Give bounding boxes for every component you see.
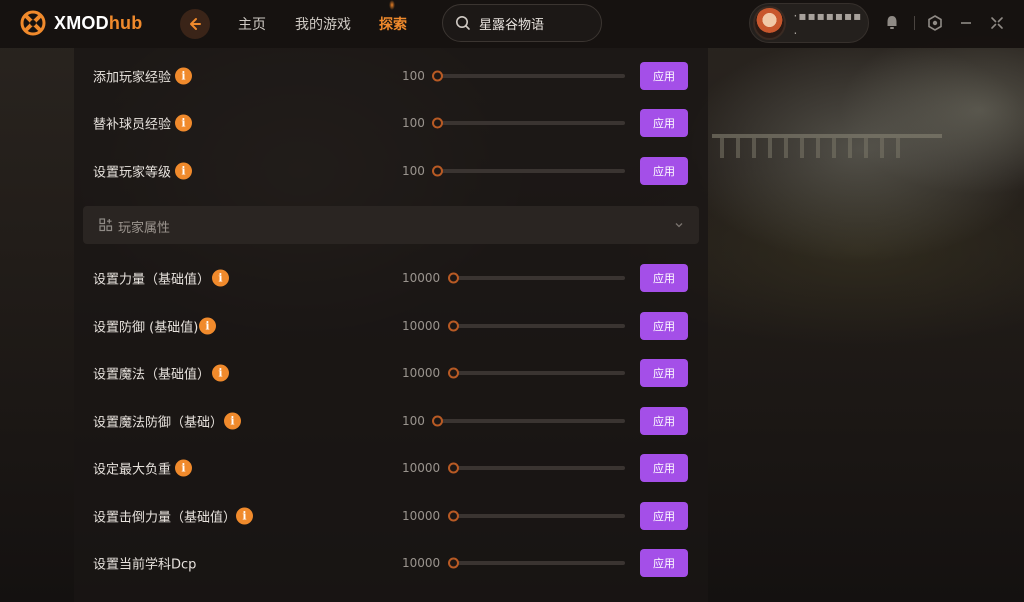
user-profile[interactable]: ·▪▪▪▪▪▪▪ . [749,3,869,43]
collapse-icon[interactable] [988,14,1006,32]
cheat-label: 设置击倒力量（基础值） [93,510,237,526]
value-slider[interactable] [453,466,625,470]
cheat-value: 100 [402,69,425,83]
apply-button[interactable]: 应用 [640,359,688,387]
section-player-attributes[interactable]: 玩家属性 [83,206,699,244]
apply-button[interactable]: 应用 [640,312,688,340]
apply-button[interactable]: 应用 [640,62,688,90]
info-icon[interactable]: i [224,412,241,430]
cheat-value: 100 [402,164,425,178]
app-name: XMODhub [54,13,142,34]
nav-my-games[interactable]: 我的游戏 [295,14,351,34]
nav-active-glow [389,0,395,10]
info-icon[interactable]: i [236,507,253,525]
cheat-value: 10000 [402,271,441,285]
cheat-value: 10000 [402,461,441,475]
value-slider[interactable] [437,74,625,78]
apply-button[interactable]: 应用 [640,157,688,185]
cheat-row: 设置魔法防御（基础） i 100 应用 [74,397,708,445]
grid-icon [99,218,113,232]
info-icon[interactable]: i [212,269,229,287]
search-icon [456,16,470,30]
app-name-hub: hub [108,12,143,33]
info-icon[interactable]: i [199,317,216,335]
info-icon[interactable]: i [175,459,192,477]
cheat-row: 添加玩家经验 i 100 应用 [74,52,708,100]
cheat-value: 100 [402,414,425,428]
value-slider[interactable] [437,121,625,125]
cheat-label: 设置力量（基础值） [93,272,211,288]
info-icon[interactable]: i [175,162,192,180]
slider-thumb[interactable] [432,415,443,427]
cheat-label: 设置玩家等级 [93,165,172,181]
nav-home[interactable]: 主页 [238,14,266,34]
slider-thumb[interactable] [448,462,459,474]
cheat-row: 设定最大负重 i 10000 应用 [74,444,708,492]
cheat-row: 设置当前学科Dcp 10000 应用 [74,539,708,587]
slider-thumb[interactable] [432,165,443,177]
apply-button[interactable]: 应用 [640,502,688,530]
background-bridge [712,134,942,158]
value-slider[interactable] [453,276,625,280]
back-button[interactable] [180,9,210,39]
slider-thumb[interactable] [448,272,459,284]
apply-button[interactable]: 应用 [640,264,688,292]
chevron-down-icon[interactable] [673,219,685,231]
notification-icon[interactable] [883,14,901,32]
toolbar-divider [914,16,915,30]
slider-thumb[interactable] [432,117,443,129]
cheat-value: 10000 [402,556,441,570]
nav-explore[interactable]: 探索 [379,14,407,34]
search-box[interactable]: 星露谷物语 [442,4,602,42]
slider-thumb[interactable] [448,510,459,522]
cheat-row: 设置力量（基础值） i 10000 应用 [74,254,708,302]
minimize-icon[interactable] [957,14,975,32]
app-name-main: XMOD [54,12,109,33]
settings-icon[interactable] [926,14,944,32]
cheat-value: 10000 [402,366,441,380]
apply-button[interactable]: 应用 [640,109,688,137]
app-logo[interactable]: XMODhub [20,10,142,36]
cheat-label: 设置防御 (基础值) [93,320,199,336]
cheat-value: 10000 [402,319,441,333]
cheat-label: 设置魔法（基础值） [93,367,211,383]
username: ·▪▪▪▪▪▪▪ . [793,9,863,37]
value-slider[interactable] [437,169,625,173]
top-bar: XMODhub 主页 我的游戏 探索 星露谷物语 ·▪▪▪▪▪▪▪ . [0,0,1024,48]
info-icon[interactable]: i [175,67,192,85]
slider-thumb[interactable] [448,320,459,332]
search-input[interactable]: 星露谷物语 [479,14,544,33]
cheat-label: 替补球员经验 [93,117,172,133]
cheat-row: 替补球员经验 i 100 应用 [74,99,708,147]
value-slider[interactable] [453,324,625,328]
apply-button[interactable]: 应用 [640,407,688,435]
value-slider[interactable] [453,514,625,518]
value-slider[interactable] [437,419,625,423]
value-slider[interactable] [453,371,625,375]
section-label: 玩家属性 [118,221,171,236]
cheat-label: 设置魔法防御（基础） [93,415,224,431]
cheat-value: 100 [402,116,425,130]
value-slider[interactable] [453,561,625,565]
slider-thumb[interactable] [448,367,459,379]
slider-thumb[interactable] [432,70,443,82]
info-icon[interactable]: i [212,364,229,382]
apply-button[interactable]: 应用 [640,549,688,577]
slider-thumb[interactable] [448,557,459,569]
cheat-label: 添加玩家经验 [93,70,172,86]
cheat-row: 设置魔法（基础值） i 10000 应用 [74,349,708,397]
back-arrow-icon [190,18,201,30]
cheat-row: 设置击倒力量（基础值） i 10000 应用 [74,492,708,540]
xmod-logo-icon [20,10,46,36]
cheat-row: 设置玩家等级 i 100 应用 [74,147,708,195]
cheat-value: 10000 [402,509,441,523]
info-icon[interactable]: i [175,114,192,132]
avatar [753,6,786,40]
cheat-row: 设置防御 (基础值) i 10000 应用 [74,302,708,350]
apply-button[interactable]: 应用 [640,454,688,482]
cheat-label: 设定最大负重 [93,462,172,478]
cheat-panel: 添加玩家经验 i 100 应用 替补球员经验 i 100 应用 设置玩家等级 i… [74,48,708,602]
cheat-label: 设置当前学科Dcp [93,557,197,573]
